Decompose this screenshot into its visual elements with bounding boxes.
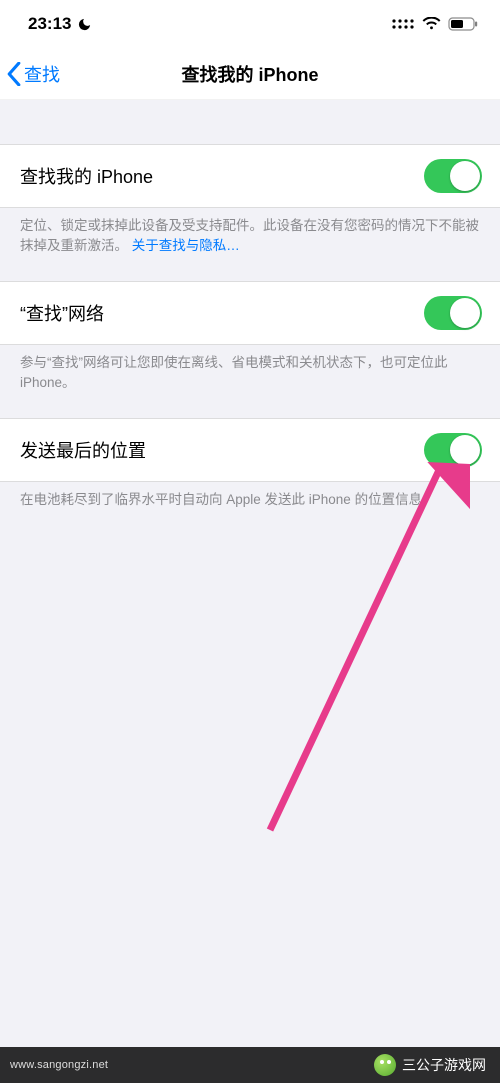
row-find-network: “查找”网络 xyxy=(0,281,500,345)
footer-send-last-location: 在电池耗尽到了临界水平时自动向 Apple 发送此 iPhone 的位置信息。 xyxy=(0,482,500,536)
back-button[interactable]: 查找 xyxy=(6,61,60,87)
status-right xyxy=(391,17,478,31)
watermark-url: www.sangongzi.net xyxy=(10,1059,108,1071)
battery-icon xyxy=(448,17,478,31)
row-label: 发送最后的位置 xyxy=(20,437,146,463)
toggle-find-network[interactable] xyxy=(424,296,482,330)
row-find-my-iphone: 查找我的 iPhone xyxy=(0,144,500,208)
content: 查找我的 iPhone 定位、锁定或抹掉此设备及受支持配件。此设备在没有您密码的… xyxy=(0,100,500,536)
footer-find-network: 参与“查找”网络可让您即使在离线、省电模式和关机状态下，也可定位此 iPhone… xyxy=(0,345,500,418)
wifi-icon xyxy=(422,17,441,31)
toggle-send-last-location[interactable] xyxy=(424,433,482,467)
toggle-knob xyxy=(450,298,480,328)
back-label: 查找 xyxy=(24,61,60,87)
status-time: 23:13 xyxy=(28,14,71,34)
toggle-knob xyxy=(450,161,480,191)
signal-dots-icon xyxy=(391,17,415,31)
watermark-logo-icon xyxy=(374,1054,396,1076)
watermark-bar: www.sangongzi.net 三公子游戏网 xyxy=(0,1047,500,1083)
status-left: 23:13 xyxy=(28,14,92,34)
toggle-find-my-iphone[interactable] xyxy=(424,159,482,193)
row-label: 查找我的 iPhone xyxy=(20,163,153,189)
row-label: “查找”网络 xyxy=(20,300,104,326)
watermark-brand-wrap: 三公子游戏网 xyxy=(374,1054,486,1076)
footer-text: 定位、锁定或抹掉此设备及受支持配件。此设备在没有您密码的情况下不能被抹掉及重新激… xyxy=(20,218,479,253)
row-send-last-location: 发送最后的位置 xyxy=(0,418,500,482)
status-bar: 23:13 xyxy=(0,0,500,48)
footer-text: 参与“查找”网络可让您即使在离线、省电模式和关机状态下，也可定位此 iPhone… xyxy=(20,355,448,390)
privacy-link[interactable]: 关于查找与隐私… xyxy=(132,238,240,253)
page-title: 查找我的 iPhone xyxy=(181,61,318,87)
watermark-brand: 三公子游戏网 xyxy=(402,1055,486,1075)
toggle-knob xyxy=(450,435,480,465)
footer-find-my-iphone: 定位、锁定或抹掉此设备及受支持配件。此设备在没有您密码的情况下不能被抹掉及重新激… xyxy=(0,208,500,281)
do-not-disturb-icon xyxy=(77,17,92,32)
footer-text: 在电池耗尽到了临界水平时自动向 Apple 发送此 iPhone 的位置信息。 xyxy=(20,492,436,507)
nav-bar: 查找 查找我的 iPhone xyxy=(0,48,500,100)
